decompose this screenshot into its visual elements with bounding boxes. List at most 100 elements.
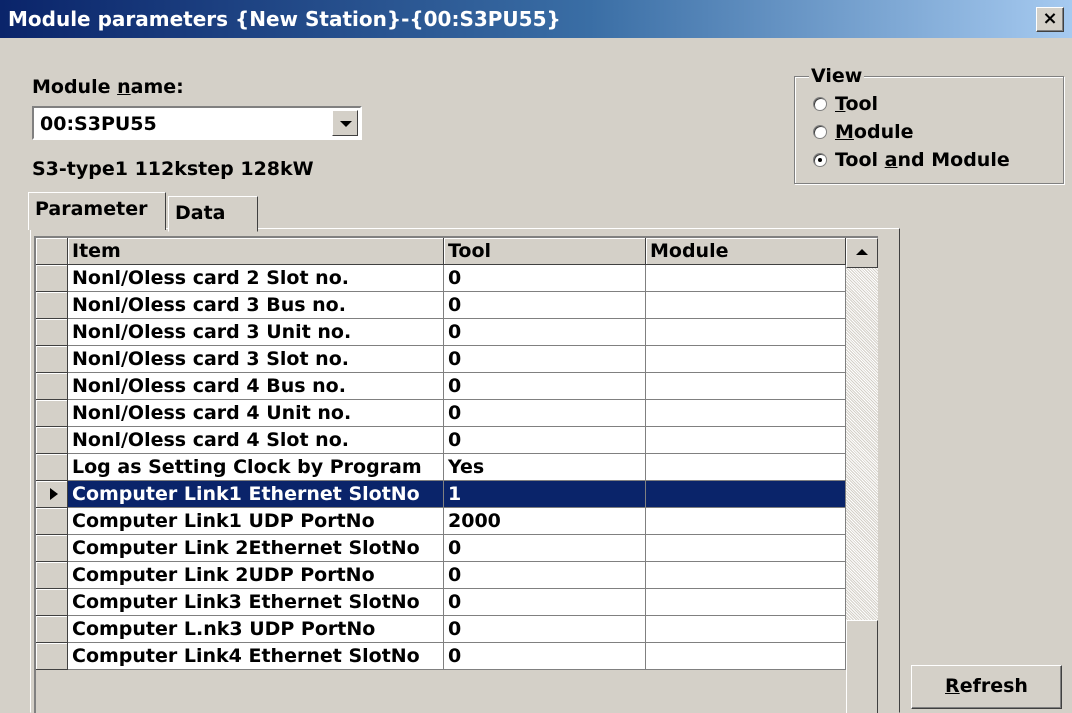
cell-tool[interactable]: 0 [444,400,646,427]
cell-tool[interactable]: 0 [444,427,646,454]
cell-module[interactable] [646,643,846,670]
radio-tool-label: Tool [835,93,879,115]
cell-tool[interactable]: 0 [444,616,646,643]
cell-item[interactable]: Computer Link1 UDP PortNo [68,508,444,535]
table-row[interactable]: Nonl/Oless card 3 Slot no. 0 [36,346,846,373]
table-row[interactable]: Computer Link1 UDP PortNo 2000 [36,508,846,535]
cell-item[interactable]: Computer Link1 Ethernet SlotNo [68,481,444,508]
cell-tool[interactable]: 0 [444,319,646,346]
cell-item[interactable]: Log as Setting Clock by Program [68,454,444,481]
row-header[interactable] [36,292,68,319]
table-row[interactable]: Computer Link 2UDP PortNo 0 [36,562,846,589]
column-header-module[interactable]: Module [646,238,846,265]
cell-tool[interactable]: 0 [444,643,646,670]
cell-item[interactable]: Computer Link 2Ethernet SlotNo [68,535,444,562]
row-header[interactable] [36,562,68,589]
cell-tool[interactable]: 0 [444,535,646,562]
grid-header: Item Tool Module [36,238,846,265]
table-row[interactable]: Nonl/Oless card 4 Slot no. 0 [36,427,846,454]
radio-tool-and-module-icon [813,153,827,167]
cell-module[interactable] [646,319,846,346]
row-header[interactable] [36,400,68,427]
row-header[interactable] [36,265,68,292]
cell-module[interactable] [646,616,846,643]
cell-item[interactable]: Nonl/Oless card 4 Bus no. [68,373,444,400]
module-name-label: Module name: [32,76,184,98]
cell-item[interactable]: Nonl/Oless card 4 Unit no. [68,400,444,427]
table-row[interactable]: Computer Link 2Ethernet SlotNo 0 [36,535,846,562]
cell-module[interactable] [646,427,846,454]
table-row[interactable]: Nonl/Oless card 4 Bus no. 0 [36,373,846,400]
tab-parameter[interactable]: Parameter [28,192,166,230]
cell-tool[interactable]: 2000 [444,508,646,535]
cell-module[interactable] [646,508,846,535]
module-name-value: 00:S3PU55 [40,113,157,135]
cell-item[interactable]: Computer L.nk3 UDP PortNo [68,616,444,643]
vertical-scrollbar[interactable] [846,238,878,713]
radio-module-icon [813,125,827,139]
row-header[interactable] [36,508,68,535]
table-row[interactable]: Computer Link4 Ethernet SlotNo 0 [36,643,846,670]
row-header[interactable] [36,346,68,373]
cell-tool[interactable]: 0 [444,373,646,400]
cell-item[interactable]: Computer Link4 Ethernet SlotNo [68,643,444,670]
cell-item[interactable]: Nonl/Oless card 3 Slot no. [68,346,444,373]
row-header[interactable] [36,616,68,643]
cell-tool[interactable]: 1 [444,481,646,508]
cell-module[interactable] [646,400,846,427]
cell-tool[interactable]: 0 [444,589,646,616]
title-bar: Module parameters {New Station}-{00:S3PU… [0,0,1072,38]
table-row[interactable]: Computer L.nk3 UDP PortNo 0 [36,616,846,643]
cell-item[interactable]: Nonl/Oless card 3 Unit no. [68,319,444,346]
table-row[interactable]: Nonl/Oless card 3 Bus no. 0 [36,292,846,319]
cell-item[interactable]: Computer Link3 Ethernet SlotNo [68,589,444,616]
row-header[interactable] [36,373,68,400]
table-row[interactable]: Nonl/Oless card 3 Unit no. 0 [36,319,846,346]
cell-item[interactable]: Computer Link 2UDP PortNo [68,562,444,589]
row-header[interactable] [36,481,68,508]
view-groupbox: View Tool Module Tool and Module [794,65,1064,184]
cell-module[interactable] [646,346,846,373]
cell-module[interactable] [646,292,846,319]
row-header[interactable] [36,454,68,481]
cell-item[interactable]: Nonl/Oless card 2 Slot no. [68,265,444,292]
table-row[interactable]: Nonl/Oless card 2 Slot no. 0 [36,265,846,292]
table-row[interactable]: Computer Link1 Ethernet SlotNo 1 [36,481,846,508]
cell-module[interactable] [646,589,846,616]
cell-module[interactable] [646,481,846,508]
cell-tool[interactable]: 0 [444,562,646,589]
scroll-thumb[interactable] [846,620,878,713]
row-header[interactable] [36,427,68,454]
cell-item[interactable]: Nonl/Oless card 3 Bus no. [68,292,444,319]
cell-tool[interactable]: 0 [444,346,646,373]
radio-tool-and-module-label: Tool and Module [835,149,1010,171]
scroll-up-arrow-icon[interactable] [846,238,878,268]
parameter-grid[interactable]: Item Tool Module Nonl/Oless card 2 Slot … [34,236,878,713]
column-header-tool[interactable]: Tool [444,238,646,265]
window-title: Module parameters {New Station}-{00:S3PU… [8,7,561,31]
close-button[interactable]: × [1036,7,1064,32]
table-row[interactable]: Nonl/Oless card 4 Unit no. 0 [36,400,846,427]
cell-tool[interactable]: 0 [444,292,646,319]
view-legend: View [809,65,865,87]
row-header[interactable] [36,643,68,670]
column-header-item[interactable]: Item [68,238,444,265]
tab-data[interactable]: Data [168,196,258,232]
table-row[interactable]: Computer Link3 Ethernet SlotNo 0 [36,589,846,616]
row-header-corner [36,238,68,265]
row-header[interactable] [36,589,68,616]
cell-module[interactable] [646,535,846,562]
table-row[interactable]: Log as Setting Clock by Program Yes [36,454,846,481]
cell-tool[interactable]: Yes [444,454,646,481]
cell-module[interactable] [646,265,846,292]
cell-tool[interactable]: 0 [444,265,646,292]
cell-item[interactable]: Nonl/Oless card 4 Slot no. [68,427,444,454]
cell-module[interactable] [646,454,846,481]
module-name-combo[interactable]: 00:S3PU55 [32,106,362,140]
row-header[interactable] [36,319,68,346]
cell-module[interactable] [646,562,846,589]
refresh-button[interactable]: Refresh [911,665,1062,709]
dropdown-arrow-icon[interactable] [332,110,358,136]
cell-module[interactable] [646,373,846,400]
row-header[interactable] [36,535,68,562]
